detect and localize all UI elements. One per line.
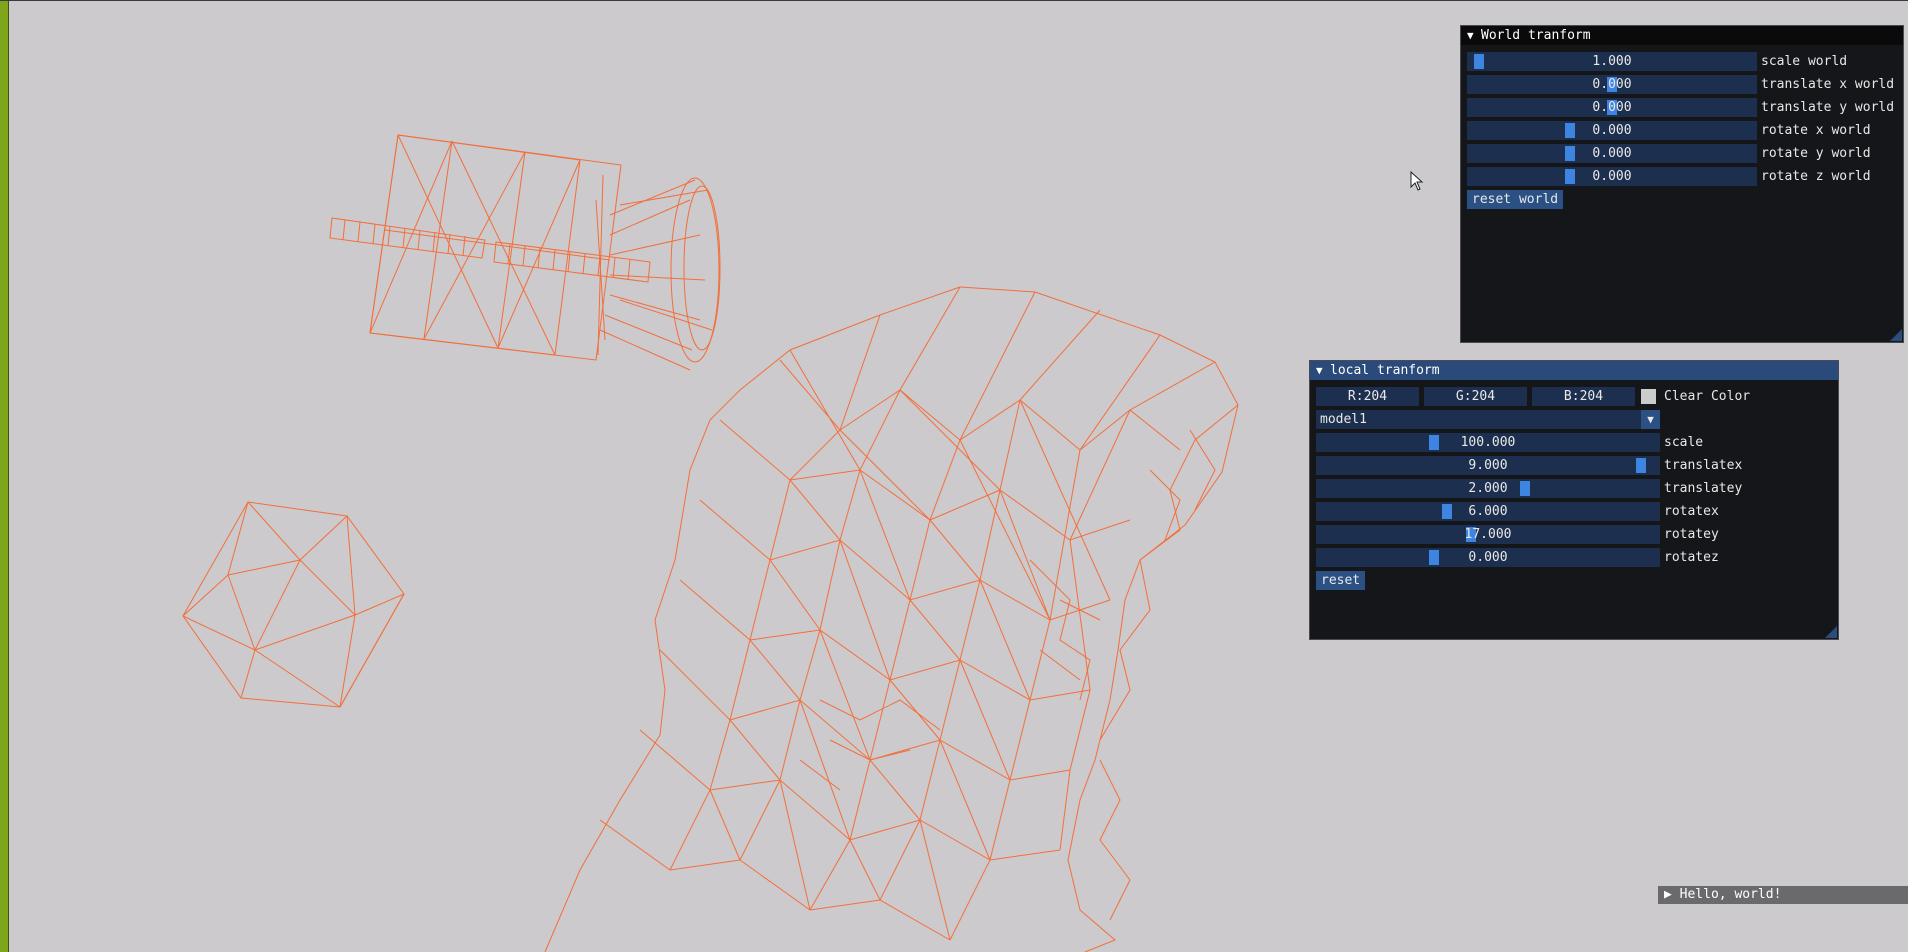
scale-world-value: 1.000: [1592, 54, 1632, 69]
world-transform-window[interactable]: ▼ World tranform 1.000 scale world 0.000 …: [1460, 25, 1904, 343]
rotate-z-world-value: 0.000: [1592, 169, 1632, 184]
rotate-x-world-slider[interactable]: 0.000: [1467, 121, 1757, 140]
translatey-value: 2.000: [1468, 481, 1508, 496]
scale-value: 100.000: [1460, 435, 1516, 450]
rotate-x-world-value: 0.000: [1592, 123, 1632, 138]
rotate-y-world-value: 0.000: [1592, 146, 1632, 161]
translate-x-world-slider[interactable]: 0.000: [1467, 75, 1757, 94]
model-select[interactable]: model1 ▼: [1316, 410, 1660, 429]
rotate-y-world-label: rotate y world: [1761, 146, 1871, 161]
head-model-wireframe: [544, 286, 1239, 952]
triangle-down-icon[interactable]: ▼: [1316, 361, 1330, 380]
rotatey-value: 17.000: [1464, 527, 1512, 542]
rotatex-slider[interactable]: 6.000: [1316, 502, 1660, 521]
rotate-y-world-slider[interactable]: 0.000: [1467, 144, 1757, 163]
local-transform-titlebar[interactable]: ▼ local tranform: [1310, 361, 1838, 380]
scale-slider[interactable]: 100.000: [1316, 433, 1660, 452]
hello-world-window[interactable]: ▶ Hello, world!: [1658, 886, 1908, 904]
scale-label: scale: [1664, 435, 1704, 450]
cylinder-model-wireframe: [329, 134, 721, 371]
translatey-slider[interactable]: 2.000: [1316, 479, 1660, 498]
scale-world-label: scale world: [1761, 54, 1848, 69]
rotate-z-world-slider[interactable]: 0.000: [1467, 167, 1757, 186]
translate-y-world-label: translate y world: [1761, 100, 1895, 115]
hello-world-title: Hello, world!: [1679, 887, 1782, 902]
translate-x-world-label: translate x world: [1761, 77, 1895, 92]
rotatez-value: 0.000: [1468, 550, 1508, 565]
reset-button[interactable]: reset: [1316, 571, 1366, 590]
clear-color-label: Clear Color: [1664, 389, 1751, 404]
triangle-right-icon[interactable]: ▶: [1664, 887, 1680, 902]
clear-color-g-field[interactable]: G:204: [1424, 387, 1527, 406]
rotatey-slider[interactable]: 17.000: [1316, 525, 1660, 544]
triangle-down-icon[interactable]: ▼: [1467, 26, 1481, 45]
clear-color-swatch[interactable]: [1641, 389, 1656, 404]
rotatey-label: rotatey: [1664, 527, 1719, 542]
translatey-label: translatey: [1664, 481, 1743, 496]
icosahedron-model-wireframe: [182, 501, 405, 708]
world-window-resize-grip[interactable]: [1890, 329, 1902, 341]
clear-color-b-field[interactable]: B:204: [1532, 387, 1635, 406]
world-transform-titlebar[interactable]: ▼ World tranform: [1461, 26, 1903, 45]
reset-world-button[interactable]: reset world: [1467, 190, 1564, 209]
local-transform-window[interactable]: ▼ local tranform R:204 G:204 B:204 Clear …: [1309, 360, 1839, 640]
scale-world-slider[interactable]: 1.000: [1467, 52, 1757, 71]
rotatex-label: rotatex: [1664, 504, 1719, 519]
clear-color-r-field[interactable]: R:204: [1316, 387, 1419, 406]
translatex-value: 9.000: [1468, 458, 1508, 473]
rotatez-slider[interactable]: 0.000: [1316, 548, 1660, 567]
world-transform-title: World tranform: [1481, 28, 1591, 43]
local-transform-title: local tranform: [1330, 363, 1440, 378]
model-select-value: model1: [1320, 412, 1367, 427]
rotatex-value: 6.000: [1468, 504, 1508, 519]
rotate-z-world-label: rotate z world: [1761, 169, 1871, 184]
translatex-slider[interactable]: 9.000: [1316, 456, 1660, 475]
translatex-label: translatex: [1664, 458, 1743, 473]
rotate-x-world-label: rotate x world: [1761, 123, 1871, 138]
translate-y-world-value: 0.000: [1592, 100, 1632, 115]
mouse-pointer-icon: [1410, 171, 1424, 191]
translate-y-world-slider[interactable]: 0.000: [1467, 98, 1757, 117]
rotatez-label: rotatez: [1664, 550, 1719, 565]
translate-x-world-value: 0.000: [1592, 77, 1632, 92]
triangle-down-icon[interactable]: ▼: [1641, 410, 1660, 429]
local-window-resize-grip[interactable]: [1825, 626, 1837, 638]
